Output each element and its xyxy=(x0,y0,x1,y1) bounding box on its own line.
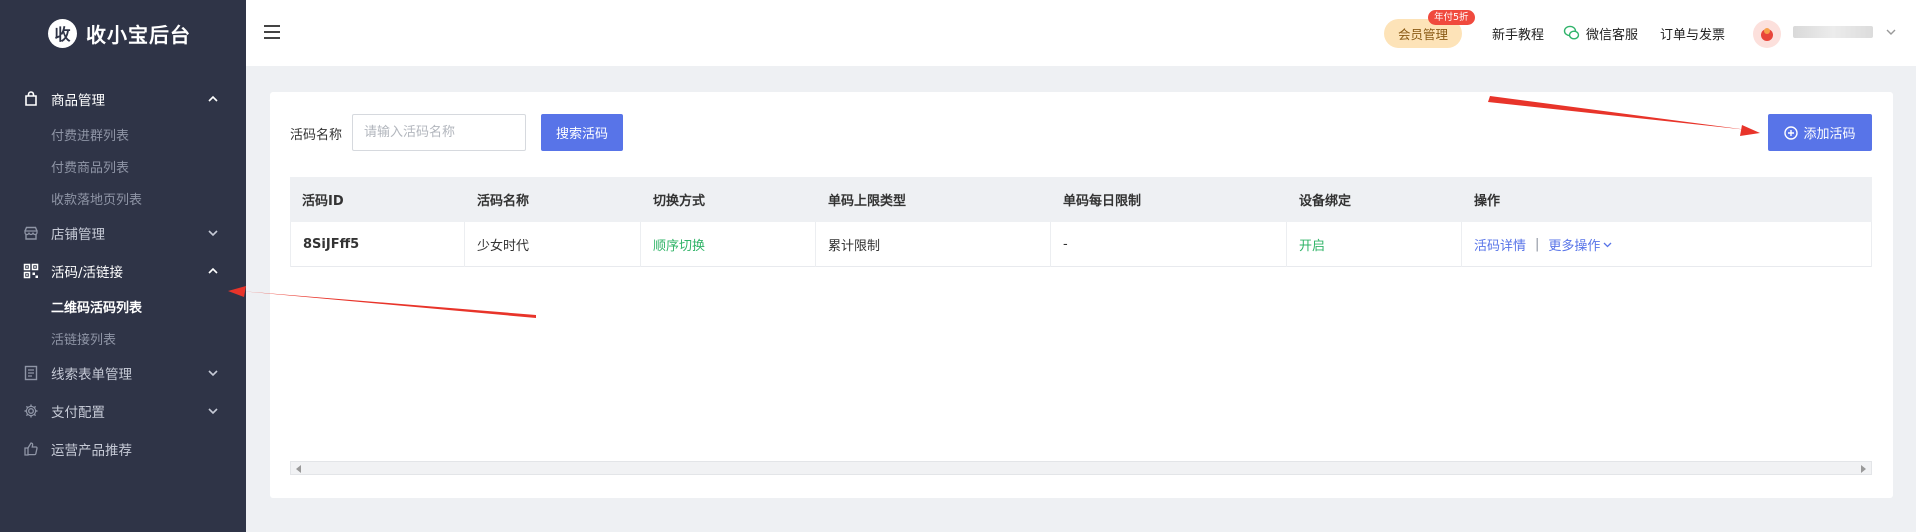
top-header: 会员管理 年付5折 新手教程 微信客服 订单与发票 xyxy=(246,0,1916,66)
add-button-label: 添加活码 xyxy=(1803,127,1856,142)
wechat-icon xyxy=(1563,25,1580,40)
main-card: 活码名称 搜索活码 添加活码 活码ID 活码名称 切换方式 单码上限类型 单码每… xyxy=(270,92,1893,498)
chevron-down-icon xyxy=(208,230,218,237)
sidebar-group-label: 支付配置 xyxy=(51,405,105,421)
chevron-up-icon xyxy=(208,267,218,274)
cell-daily-limit: - xyxy=(1051,222,1287,267)
horizontal-scrollbar[interactable] xyxy=(290,461,1872,475)
sidebar-menu: 商品管理 付费进群列表 付费商品列表 收款落地页列表 店铺管理 活码/活链接 二… xyxy=(0,80,246,468)
store-icon xyxy=(22,224,40,242)
column-header: 操作 xyxy=(1474,194,1501,209)
sidebar-item-paid-products[interactable]: 付费商品列表 xyxy=(0,150,246,182)
plus-circle-icon xyxy=(1784,125,1799,140)
sidebar-item-landing-pages[interactable]: 收款落地页列表 xyxy=(0,182,246,214)
scroll-right-icon[interactable] xyxy=(1860,465,1866,473)
vip-discount-badge: 年付5折 xyxy=(1428,10,1475,25)
brand-logo: 收 xyxy=(48,18,77,48)
menu-toggle-icon[interactable] xyxy=(264,25,280,39)
gear-icon xyxy=(22,402,40,420)
sidebar-group-store[interactable]: 店铺管理 xyxy=(0,214,246,252)
sidebar-group-label: 活码/活链接 xyxy=(51,265,124,281)
chevron-down-icon xyxy=(208,408,218,415)
column-header: 活码ID xyxy=(302,194,344,209)
sidebar-group-payment[interactable]: 支付配置 xyxy=(0,392,246,430)
cell-device-binding: 开启 xyxy=(1287,222,1462,267)
cell-id: 8SiJFff5 xyxy=(290,222,465,267)
column-header: 切换方式 xyxy=(653,194,706,209)
more-actions-dropdown[interactable]: 更多操作 xyxy=(1548,235,1600,254)
action-separator: | xyxy=(1535,237,1540,252)
sidebar-item-live-links[interactable]: 活链接列表 xyxy=(0,322,246,354)
live-code-table: 活码ID 活码名称 切换方式 单码上限类型 单码每日限制 设备绑定 操作 8Si… xyxy=(290,177,1872,267)
cell-name: 少女时代 xyxy=(465,222,641,267)
column-header: 单码每日限制 xyxy=(1063,194,1142,209)
form-icon xyxy=(22,364,40,382)
sidebar-group-live-codes[interactable]: 活码/活链接 xyxy=(0,252,246,290)
live-code-detail-link[interactable]: 活码详情 xyxy=(1474,235,1526,254)
orders-invoice-link[interactable]: 订单与发票 xyxy=(1660,24,1725,43)
sidebar-item-paid-groups[interactable]: 付费进群列表 xyxy=(0,118,246,150)
cell-switch-mode: 顺序切换 xyxy=(641,222,816,267)
column-header: 单码上限类型 xyxy=(828,194,907,209)
sidebar-group-label: 店铺管理 xyxy=(51,227,105,243)
sidebar-group-label: 商品管理 xyxy=(51,93,105,109)
chevron-down-icon[interactable] xyxy=(1603,241,1612,248)
sidebar: 收 收小宝后台 商品管理 付费进群列表 付费商品列表 收款落地页列表 店铺管理 xyxy=(0,0,246,532)
sidebar-item-qrcode-list[interactable]: 二维码活码列表 xyxy=(0,290,246,322)
sidebar-group-label: 线索表单管理 xyxy=(51,367,132,383)
search-label: 活码名称 xyxy=(290,128,343,143)
bag-icon xyxy=(22,90,40,108)
brand[interactable]: 收 收小宝后台 xyxy=(0,0,246,66)
chevron-down-icon[interactable] xyxy=(1886,28,1896,36)
sidebar-group-forms[interactable]: 线索表单管理 xyxy=(0,354,246,392)
table-header: 活码ID 活码名称 切换方式 单码上限类型 单码每日限制 设备绑定 操作 xyxy=(290,177,1872,222)
username-redacted[interactable] xyxy=(1793,26,1873,38)
thumbs-up-icon xyxy=(22,440,40,458)
add-live-code-button[interactable]: 添加活码 xyxy=(1768,114,1872,151)
avatar[interactable] xyxy=(1753,20,1781,48)
qrcode-icon xyxy=(22,262,40,280)
scroll-left-icon[interactable] xyxy=(296,465,302,473)
chevron-up-icon xyxy=(208,95,218,102)
column-header: 设备绑定 xyxy=(1299,194,1352,209)
table-row: 8SiJFff5 少女时代 顺序切换 累计限制 - 开启 活码详情 | 更多操作 xyxy=(290,222,1872,267)
wechat-service-link[interactable]: 微信客服 xyxy=(1586,24,1638,43)
sidebar-group-products[interactable]: 商品管理 xyxy=(0,80,246,118)
brand-name: 收小宝后台 xyxy=(86,22,191,47)
cell-limit-type: 累计限制 xyxy=(816,222,1051,267)
cell-actions: 活码详情 | 更多操作 xyxy=(1462,222,1872,267)
sidebar-group-label: 运营产品推荐 xyxy=(51,443,132,459)
search-button[interactable]: 搜索活码 xyxy=(541,114,623,151)
tutorial-link[interactable]: 新手教程 xyxy=(1492,24,1544,43)
search-input[interactable] xyxy=(352,114,526,151)
chevron-down-icon xyxy=(208,370,218,377)
column-header: 活码名称 xyxy=(477,194,530,209)
sidebar-group-recommend[interactable]: 运营产品推荐 xyxy=(0,430,246,468)
